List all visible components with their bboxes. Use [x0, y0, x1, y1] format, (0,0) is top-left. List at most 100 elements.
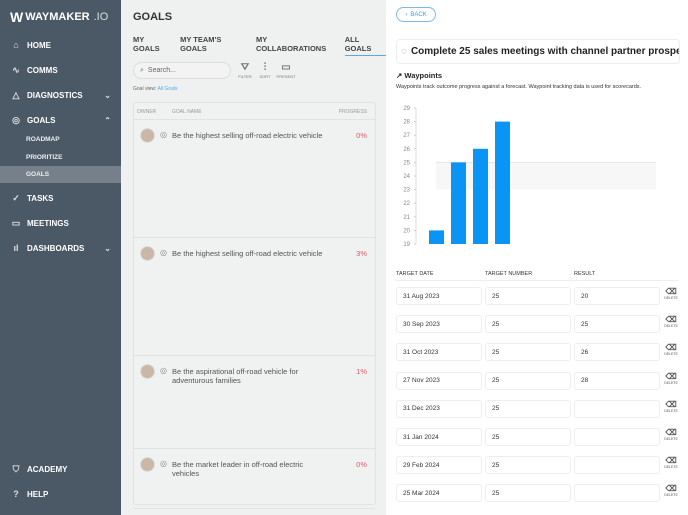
target-number-input[interactable]: 25 — [485, 315, 571, 334]
sidebar-subitem-prioritize[interactable]: PRIORITIZE — [0, 149, 121, 166]
delete-button[interactable]: ⌫ DELETE — [663, 400, 679, 413]
table-row[interactable]: ◎ Be the aspirational off-road vehicle fo… — [134, 356, 375, 449]
home-icon: ⌂ — [13, 40, 19, 50]
target-date-input[interactable]: 31 Oct 2023 — [396, 343, 482, 362]
bar-31-aug-2023 — [429, 230, 444, 244]
delete-label: DELETE — [664, 465, 678, 470]
delete-button[interactable]: ⌫ DELETE — [663, 484, 679, 497]
logo-text: WAYMAKER — [25, 11, 90, 23]
delete-button[interactable]: ⌫ DELETE — [663, 428, 679, 441]
sidebar-item-goals[interactable]: ◎ GOALS ⌃ — [0, 110, 121, 130]
y-tick-label: 26 — [403, 147, 410, 153]
present-button[interactable]: ▭ PRESENT — [274, 62, 298, 79]
result-input[interactable]: 20 — [574, 287, 660, 305]
goal-name[interactable]: Be the aspirational off-road vehicle for… — [172, 367, 332, 385]
goal-view-label: Goal view: — [133, 86, 157, 92]
target-date-input[interactable]: 31 Dec 2023 — [396, 399, 482, 418]
search-input[interactable]: ⌕ Search... — [133, 62, 231, 79]
target-number-input[interactable]: 25 — [485, 399, 571, 418]
sidebar-item-label: COMMS — [27, 65, 58, 75]
waypoint-row: 25 Mar 2024 25 ⌫ DELETE — [396, 482, 678, 510]
sidebar-item-academy[interactable]: ⛉ ACADEMY — [0, 459, 121, 479]
goal-title: Complete 25 sales meetings with channel … — [410, 46, 679, 57]
result-input[interactable]: 26 — [574, 343, 660, 362]
sidebar-item-label: TASKS — [27, 193, 54, 203]
sidebar-item-label: DASHBOARDS — [27, 243, 85, 253]
y-tick-label: 28 — [403, 120, 410, 126]
check-circle-icon: ✓ — [12, 192, 20, 203]
sidebar-item-home[interactable]: ⌂ HOME — [0, 35, 121, 55]
result-input[interactable]: 28 — [574, 371, 660, 390]
sidebar-subitem-goals[interactable]: GOALS — [0, 166, 121, 183]
chevron-left-icon: ‹ — [405, 11, 408, 18]
target-date-input[interactable]: 29 Feb 2024 — [396, 456, 482, 475]
delete-button[interactable]: ⌫ DELETE — [663, 315, 679, 328]
result-input[interactable]: 25 — [574, 315, 660, 334]
target-date-input[interactable]: 31 Aug 2023 — [396, 287, 482, 305]
triangle-icon: △ — [12, 89, 20, 100]
target-number-input[interactable]: 25 — [485, 343, 571, 362]
goal-detail-pane: ‹ BACK ◌ Complete 25 sales meetings with c… — [386, 0, 688, 515]
sidebar-item-help[interactable]: ? HELP — [0, 484, 121, 504]
target-band — [436, 162, 656, 190]
tab-my-collaborations[interactable]: MY COLLABORATIONS — [256, 35, 336, 56]
result-input[interactable] — [574, 399, 660, 418]
bar-27-nov-2023 — [495, 121, 510, 244]
chevron-icon[interactable]: ⌄ — [104, 244, 111, 253]
delete-label: DELETE — [664, 380, 678, 385]
target-number-input[interactable]: 25 — [485, 371, 571, 390]
goal-name[interactable]: Be the highest selling off-road electric… — [172, 131, 332, 140]
goal-view-link[interactable]: All Goals — [157, 86, 177, 92]
delete-button[interactable]: ⌫ DELETE — [663, 372, 679, 385]
table-row[interactable]: ◎ Be the market leader in off-road electr… — [134, 449, 375, 509]
waypoint-row: 31 Dec 2023 25 ⌫ DELETE — [396, 398, 678, 426]
delete-button[interactable]: ⌫ DELETE — [663, 287, 679, 300]
sliders-icon: ⫶ — [263, 62, 267, 73]
goal-title-card[interactable]: ◌ Complete 25 sales meetings with channel… — [396, 39, 680, 64]
result-input[interactable] — [574, 484, 660, 503]
target-date-input[interactable]: 27 Nov 2023 — [396, 371, 482, 390]
target-icon: ◎ — [160, 366, 167, 375]
status-circle-icon: ◌ — [401, 46, 407, 57]
chevron-icon[interactable]: ⌃ — [104, 116, 111, 125]
goal-progress: 0% — [356, 131, 367, 140]
avatar — [140, 364, 155, 379]
backspace-icon: ⌫ — [665, 428, 677, 437]
back-button[interactable]: ‹ BACK — [396, 7, 436, 22]
bar-chart-icon: ıl — [13, 243, 19, 253]
delete-label: DELETE — [664, 437, 678, 441]
table-row[interactable]: ◎ Be the highest selling off-road electri… — [134, 120, 375, 238]
goal-name[interactable]: Be the market leader in off-road electri… — [172, 460, 332, 478]
result-input[interactable] — [574, 456, 660, 475]
table-header: OWNER GOAL NAME PROGRESS — [134, 103, 375, 120]
sidebar-item-comms[interactable]: ∿ COMMS — [0, 60, 121, 80]
target-date-input[interactable]: 31 Jan 2024 — [396, 428, 482, 446]
delete-button[interactable]: ⌫ DELETE — [663, 456, 679, 469]
col-target-number: TARGET NUMBER — [485, 271, 533, 277]
target-icon: ◎ — [12, 114, 20, 125]
sidebar-item-meetings[interactable]: ▭ MEETINGS — [0, 213, 121, 233]
sidebar-item-dashboards[interactable]: ıl DASHBOARDS ⌄ — [0, 238, 121, 258]
target-number-input[interactable]: 25 — [485, 456, 571, 475]
tab-my-goals[interactable]: MY GOALS — [133, 35, 171, 56]
sidebar-item-tasks[interactable]: ✓ TASKS — [0, 188, 121, 208]
sidebar-item-label: DIAGNOSTICS — [27, 90, 83, 100]
tab-my-team-s-goals[interactable]: MY TEAM'S GOALS — [180, 35, 247, 56]
sidebar-item-diagnostics[interactable]: △ DIAGNOSTICS ⌄ — [0, 85, 121, 105]
tab-all-goals[interactable]: ALL GOALS — [344, 35, 386, 56]
logo[interactable]: W WAYMAKER .IO — [10, 9, 108, 25]
delete-label: DELETE — [664, 324, 678, 329]
chevron-icon[interactable]: ⌄ — [104, 91, 111, 100]
goals-list-pane: GOALS MY GOALS MY TEAM'S GOALS MY COLLABOR… — [121, 0, 386, 515]
table-row[interactable]: ◎ Be the highest selling off-road electri… — [134, 238, 375, 356]
target-number-input[interactable]: 25 — [485, 484, 571, 503]
target-number-input[interactable]: 25 — [485, 287, 571, 305]
filter-icon: ⛛ — [240, 62, 250, 73]
target-date-input[interactable]: 30 Sep 2023 — [396, 315, 482, 334]
result-input[interactable] — [574, 428, 660, 446]
target-number-input[interactable]: 25 — [485, 428, 571, 446]
sidebar-subitem-roadmap[interactable]: ROADMAP — [0, 131, 121, 148]
target-date-input[interactable]: 25 Mar 2024 — [396, 484, 482, 503]
delete-button[interactable]: ⌫ DELETE — [663, 343, 679, 356]
goal-name[interactable]: Be the highest selling off-road electric… — [172, 249, 332, 258]
